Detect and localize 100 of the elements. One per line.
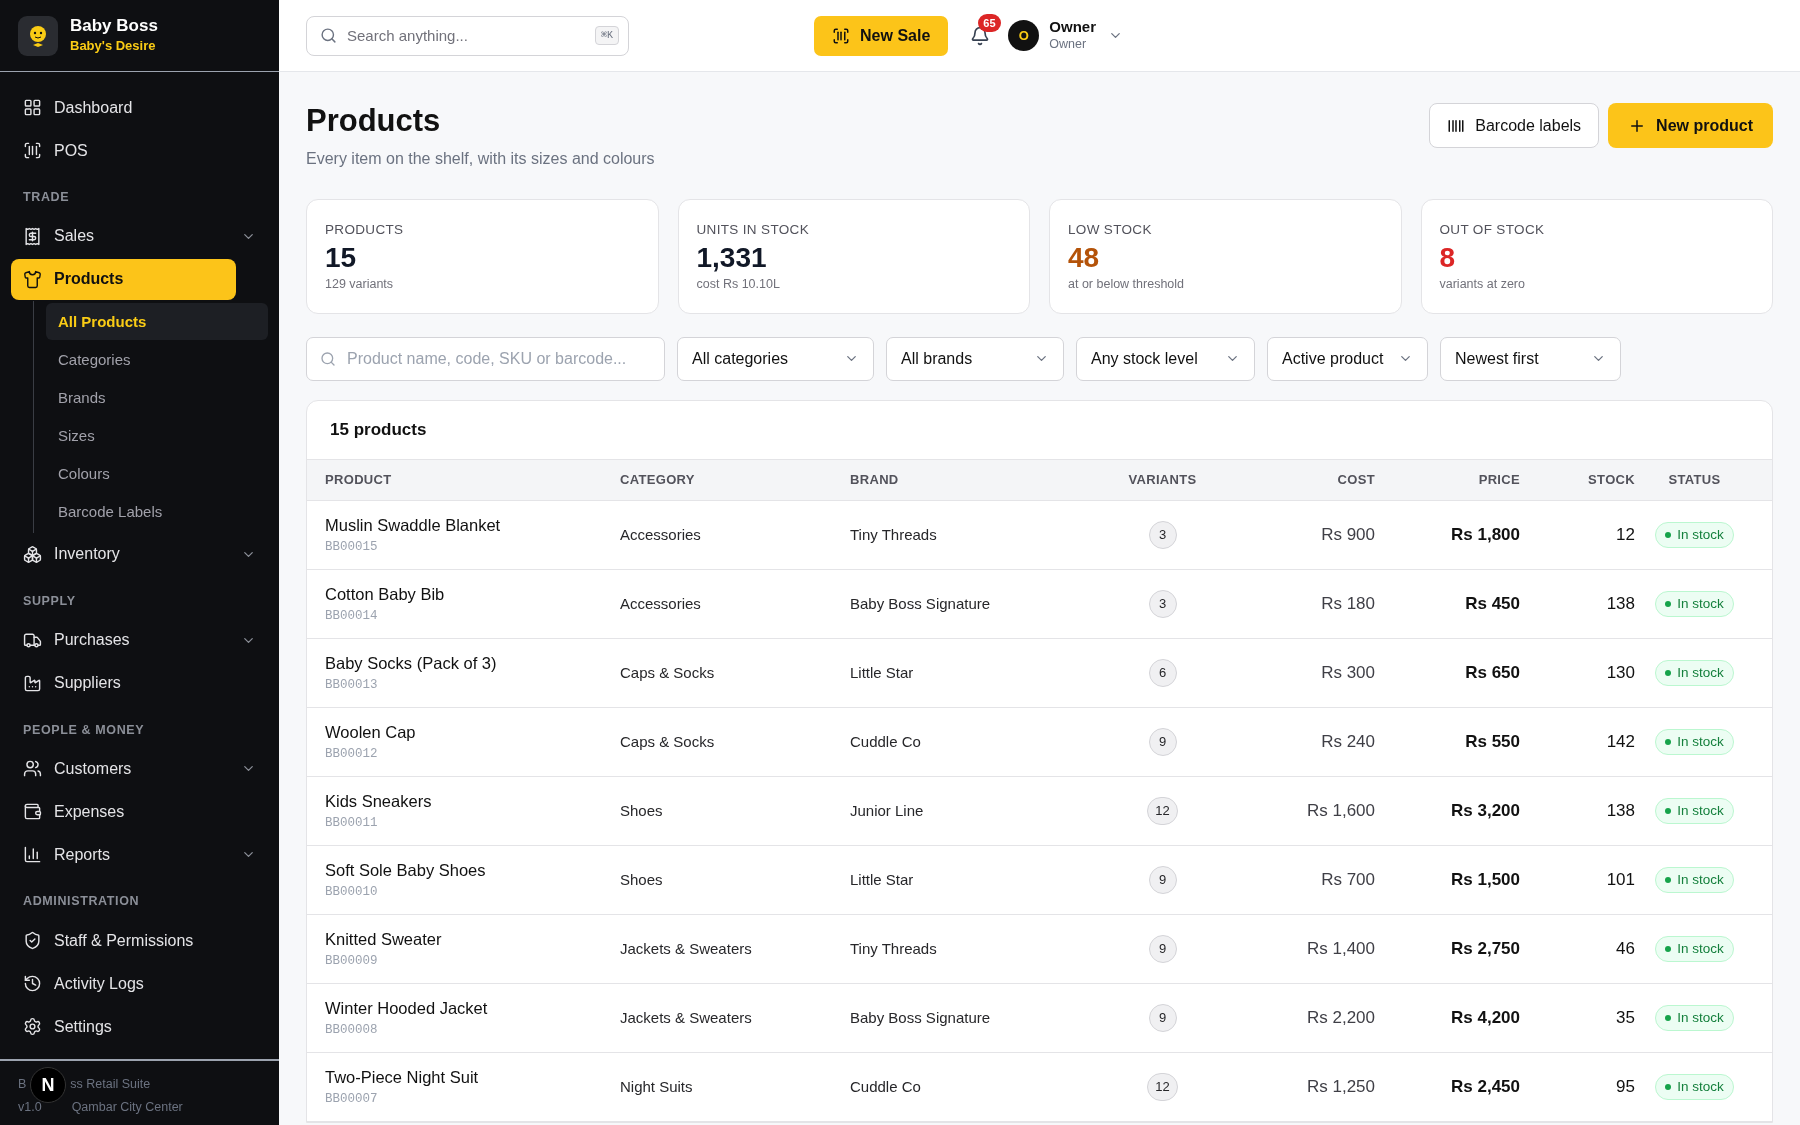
column-header: COST [1336, 471, 1375, 489]
boxes-icon [23, 544, 42, 564]
category-cell-text: Shoes [620, 800, 664, 821]
status-badge: In stock [1655, 728, 1734, 755]
sub-nav-item[interactable]: Categories [46, 341, 268, 379]
nav-item[interactable]: Products [11, 258, 236, 300]
column-header: CATEGORY [620, 471, 696, 489]
product-name[interactable]: Woolen Cap [325, 720, 620, 745]
variant-count: 6 [1148, 658, 1177, 687]
factory-icon [23, 673, 42, 693]
section-heading: TRADE [22, 189, 71, 206]
category-cell-text: Accessories [620, 524, 702, 545]
nav-item[interactable]: Expenses [11, 791, 268, 833]
cost-cell-text: Rs 300 [1320, 662, 1375, 684]
stock-cell-text: 46 [1615, 938, 1635, 960]
filter-dropdown[interactable]: Newest first [1440, 336, 1621, 381]
nav-item[interactable]: Inventory [11, 533, 268, 575]
category-cell-text: Shoes [620, 869, 664, 890]
product-code: BB00015 [325, 538, 379, 556]
cost-cell-text: Rs 900 [1320, 524, 1375, 546]
status-badge: In stock [1655, 659, 1734, 686]
filter-dropdown[interactable]: Any stock level [1076, 336, 1255, 381]
avatar[interactable]: O [1008, 20, 1040, 51]
filter-dropdown[interactable]: All brands [886, 336, 1064, 381]
sub-nav-item[interactable]: Brands [46, 379, 268, 417]
page-subtitle: Every item on the shelf, with its sizes and colours [306, 148, 656, 169]
cost-cell-text: Rs 1,250 [1305, 1076, 1375, 1098]
nav-item[interactable]: Settings [11, 1006, 268, 1047]
variant-count: 9 [1148, 865, 1177, 894]
column-header: PRICE [1477, 471, 1520, 489]
nav-item[interactable]: Purchases [11, 619, 268, 661]
variant-count: 12 [1147, 1072, 1178, 1101]
new-product-button[interactable]: New product [1608, 103, 1773, 148]
nav-item[interactable]: POS [11, 130, 268, 171]
history-icon [23, 974, 42, 993]
section-heading: ADMINISTRATION [22, 893, 141, 911]
product-name[interactable]: Winter Hooded Jacket [325, 996, 620, 1021]
cost-cell-text: Rs 180 [1320, 593, 1375, 615]
category-cell-text: Accessories [620, 593, 702, 614]
nav-item[interactable]: Staff & Permissions [11, 920, 268, 961]
stat-value: 48 [1068, 241, 1101, 275]
variant-count: 9 [1148, 934, 1177, 963]
product-code: BB00013 [325, 676, 379, 694]
user-name: Owner [1049, 18, 1096, 38]
product-name[interactable]: Cotton Baby Bib [325, 582, 620, 607]
status-badge: In stock [1655, 521, 1734, 548]
stat-value: 15 [325, 241, 358, 275]
product-name[interactable]: Muslin Swaddle Blanket [325, 513, 620, 538]
product-code: BB00009 [325, 952, 379, 970]
filter-dropdown[interactable]: All categories [677, 336, 874, 381]
nav-item[interactable]: Dashboard [11, 87, 268, 128]
truck-icon [23, 630, 42, 650]
category-cell-text: Caps & Socks [620, 731, 716, 752]
footer-text: ss Retail Suite [70, 1076, 151, 1093]
product-name[interactable]: Two-Piece Night Suit [325, 1065, 620, 1090]
price-cell-text: Rs 4,200 [1450, 1007, 1520, 1029]
product-name[interactable]: Baby Socks (Pack of 3) [325, 651, 620, 676]
product-name[interactable]: Kids Sneakers [325, 789, 620, 814]
wallet-icon [23, 802, 42, 822]
product-search-field[interactable]: Product name, code, SKU or barcode... [306, 336, 665, 381]
product-name[interactable]: Soft Sole Baby Shoes [325, 858, 620, 883]
barcode-labels-button[interactable]: Barcode labels [1429, 103, 1600, 148]
notification-icon[interactable] [970, 25, 991, 46]
stat-label: OUT OF STOCK [1439, 220, 1546, 239]
dev-indicator-badge[interactable]: N [30, 1067, 66, 1103]
brand-cell-text: Junior Line [850, 800, 925, 821]
variant-count: 3 [1148, 589, 1177, 618]
price-cell-text: Rs 650 [1464, 662, 1520, 684]
stock-cell-text: 95 [1615, 1076, 1635, 1098]
variant-count: 9 [1148, 727, 1177, 756]
scan-icon [832, 26, 851, 45]
app-name: Baby Boss [70, 15, 158, 37]
sub-nav-item[interactable]: All Products [46, 303, 268, 341]
sub-nav-item[interactable]: Barcode Labels [46, 493, 268, 531]
nav-item[interactable]: Reports [11, 834, 268, 876]
users-icon [23, 759, 42, 779]
user-role: Owner [1049, 37, 1088, 53]
product-name[interactable]: Knitted Sweater [325, 927, 620, 952]
brand-cell-text: Baby Boss Signature [850, 1007, 992, 1028]
nav-item[interactable]: Sales [11, 215, 268, 257]
sub-nav-item[interactable]: Sizes [46, 417, 268, 455]
price-cell-text: Rs 2,750 [1450, 938, 1520, 960]
category-cell-text: Jackets & Sweaters [620, 938, 753, 959]
product-count: 15 products [330, 419, 427, 441]
brand-cell-text: Cuddle Co [850, 1076, 922, 1097]
stat-note: 129 variants [325, 276, 395, 293]
new-sale-button[interactable]: New Sale [814, 15, 949, 56]
sub-nav-item[interactable]: Colours [46, 455, 268, 493]
filter-dropdown[interactable]: Active product [1267, 336, 1428, 381]
nav-item[interactable]: Suppliers [11, 662, 268, 704]
section-heading: PEOPLE & MONEY [22, 721, 146, 739]
shield-icon [23, 931, 42, 950]
status-badge: In stock [1655, 590, 1734, 617]
column-header: STOCK [1587, 471, 1635, 489]
product-code: BB00012 [325, 745, 379, 763]
stock-cell-text: 138 [1605, 800, 1635, 822]
nav-item[interactable]: Activity Logs [11, 963, 268, 1004]
status-badge: In stock [1655, 797, 1734, 824]
brand-cell-text: Little Star [850, 662, 915, 683]
nav-item[interactable]: Customers [11, 748, 268, 790]
